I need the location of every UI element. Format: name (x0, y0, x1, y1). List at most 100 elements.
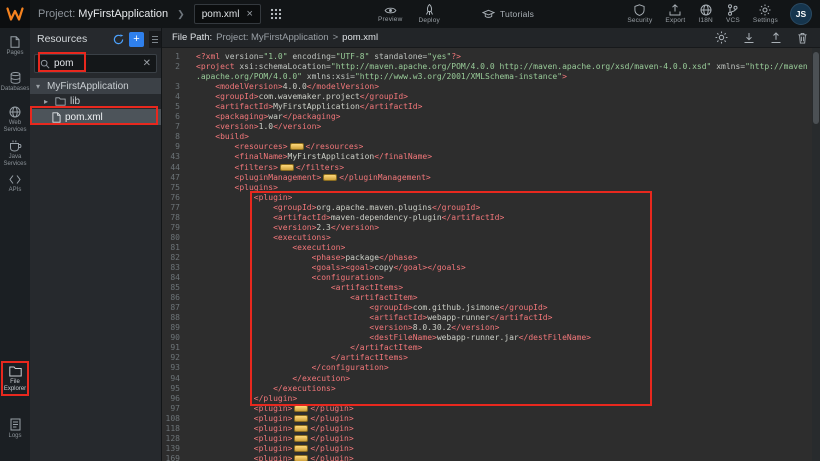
refresh-icon[interactable] (113, 34, 124, 45)
code-line[interactable]: 81 <execution> (162, 243, 820, 253)
code-line[interactable]: .apache.org/POM/4.0.0" xmlns:xsi="http:/… (162, 72, 820, 82)
export-button[interactable]: Export (665, 4, 685, 24)
preview-button[interactable]: Preview (378, 6, 403, 23)
code-line[interactable]: 169 <plugin></plugin> (162, 454, 820, 461)
search-input[interactable] (54, 58, 139, 69)
code-line[interactable]: 47 <pluginManagement></pluginManagement> (162, 173, 820, 183)
scrollbar-thumb[interactable] (813, 52, 819, 124)
code-line[interactable]: 8 <build> (162, 132, 820, 142)
code-line[interactable]: 75 <plugins> (162, 183, 820, 193)
fold-marker-icon[interactable] (323, 174, 337, 181)
code-line[interactable]: 92 </artifactItems> (162, 353, 820, 363)
code-line[interactable]: 108 <plugin></plugin> (162, 414, 820, 424)
code-line[interactable]: 85 <artifactItems> (162, 283, 820, 293)
sidebar-item-pages[interactable]: Pages (0, 36, 30, 57)
tutorials-button[interactable]: Tutorials (482, 9, 534, 19)
code-text: </executions> (196, 384, 336, 394)
code-line[interactable]: 6 <packaging>war</packaging> (162, 112, 820, 122)
code-line[interactable]: 2<project xsi:schemaLocation="http://mav… (162, 62, 820, 72)
code-line[interactable]: 3 <modelVersion>4.0.0</modelVersion> (162, 82, 820, 92)
code-line[interactable]: 7 <version>1.0</version> (162, 122, 820, 132)
tree-item-lib[interactable]: ▸ lib (30, 94, 161, 109)
fold-marker-icon[interactable] (294, 425, 308, 432)
add-resource-button[interactable]: + (129, 32, 144, 47)
code-line[interactable]: 84 <configuration> (162, 273, 820, 283)
chevron-down-icon[interactable]: ▾ (36, 82, 43, 91)
code-line[interactable]: 9 <resources></resources> (162, 142, 820, 152)
security-button[interactable]: Security (627, 4, 652, 24)
code-line[interactable]: 77 <groupId>org.apache.maven.plugins</gr… (162, 203, 820, 213)
tree-item-label: MyFirstApplication (47, 81, 129, 92)
code-line[interactable]: 128 <plugin></plugin> (162, 434, 820, 444)
code-line[interactable]: 93 </configuration> (162, 363, 820, 373)
code-area[interactable]: 1<?xml version="1.0" encoding="UTF-8" st… (162, 48, 820, 461)
fold-marker-icon[interactable] (294, 455, 308, 461)
sidebar-item-logs[interactable]: Logs (0, 418, 30, 440)
breadcrumb-file[interactable]: pom.xml (342, 32, 378, 43)
chevron-right-icon[interactable]: ▸ (44, 97, 51, 106)
code-line[interactable]: 91 </artifactItem> (162, 343, 820, 353)
fold-marker-icon[interactable] (290, 143, 304, 150)
editor-settings-gear-icon[interactable] (715, 31, 728, 44)
code-line[interactable]: 89 <version>8.0.30.2</version> (162, 323, 820, 333)
tree-item-pom-xml[interactable]: pom.xml (30, 109, 161, 125)
code-line[interactable]: 94 </execution> (162, 374, 820, 384)
gear-icon (759, 4, 771, 16)
code-text: <finalName>MyFirstApplication</finalName… (196, 152, 432, 162)
upload-icon[interactable] (770, 32, 782, 44)
code-line[interactable]: 118 <plugin></plugin> (162, 424, 820, 434)
grid-menu-icon[interactable] (267, 5, 285, 23)
fold-marker-icon[interactable] (294, 405, 308, 412)
code-line[interactable]: 139 <plugin></plugin> (162, 444, 820, 454)
i18n-button[interactable]: I18N (698, 4, 713, 24)
code-line[interactable]: 80 <executions> (162, 233, 820, 243)
settings-button[interactable]: Settings (753, 4, 778, 24)
code-line[interactable]: 4 <groupId>com.wavemaker.project</groupI… (162, 92, 820, 102)
code-line[interactable]: 96 </plugin> (162, 394, 820, 404)
resources-search[interactable]: ✕ (34, 54, 157, 73)
coffee-icon (9, 140, 22, 152)
code-line[interactable]: 79 <version>2.3</version> (162, 223, 820, 233)
code-line[interactable]: 82 <phase>package</phase> (162, 253, 820, 263)
editor-scrollbar[interactable] (812, 48, 820, 461)
code-line[interactable]: 88 <artifactId>webapp-runner</artifactId… (162, 313, 820, 323)
fold-marker-icon[interactable] (294, 415, 308, 422)
tree-item-project-root[interactable]: ▾ MyFirstApplication (30, 78, 161, 94)
code-line[interactable]: 44 <filters></filters> (162, 163, 820, 173)
clear-search-icon[interactable]: ✕ (143, 58, 151, 69)
sidebar-item-databases[interactable]: Databases (0, 72, 30, 93)
vcs-button[interactable]: VCS (726, 4, 740, 24)
close-icon[interactable]: × (247, 9, 253, 20)
code-line[interactable]: 43 <finalName>MyFirstApplication</finalN… (162, 152, 820, 162)
code-line[interactable]: 5 <artifactId>MyFirstApplication</artifa… (162, 102, 820, 112)
user-avatar[interactable]: JS (790, 3, 812, 25)
line-number: 88 (162, 313, 188, 323)
code-line[interactable]: 86 <artifactItem> (162, 293, 820, 303)
deploy-button[interactable]: Deploy (419, 4, 440, 24)
code-text: <version>8.0.30.2</version> (196, 323, 499, 333)
line-number: 169 (162, 454, 188, 461)
breadcrumb-project[interactable]: Project: MyFirstApplication (216, 32, 328, 43)
code-line[interactable]: 78 <artifactId>maven-dependency-plugin</… (162, 213, 820, 223)
line-number: 94 (162, 374, 188, 384)
code-line[interactable]: 95 </executions> (162, 384, 820, 394)
collapse-panel-icon[interactable] (149, 31, 161, 48)
line-number: 78 (162, 213, 188, 223)
code-line[interactable]: 1<?xml version="1.0" encoding="UTF-8" st… (162, 52, 820, 62)
download-icon[interactable] (743, 32, 755, 44)
fold-marker-icon[interactable] (294, 445, 308, 452)
code-line[interactable]: 83 <goals><goal>copy</goal></goals> (162, 263, 820, 273)
fold-marker-icon[interactable] (294, 435, 308, 442)
sidebar-item-web-services[interactable]: Web Services (0, 106, 30, 134)
code-line[interactable]: 90 <destFileName>webapp-runner.jar</dest… (162, 333, 820, 343)
sidebar-item-file-explorer[interactable]: File Explorer (0, 366, 30, 393)
code-line[interactable]: 76 <plugin> (162, 193, 820, 203)
sidebar-item-apis[interactable]: APIs (0, 174, 30, 194)
code-line[interactable]: 97 <plugin></plugin> (162, 404, 820, 414)
trash-icon[interactable] (797, 32, 808, 44)
sidebar-item-java-services[interactable]: Java Services (0, 140, 30, 168)
fold-marker-icon[interactable] (280, 164, 294, 171)
tab-pom-xml[interactable]: pom.xml × (194, 4, 261, 24)
wavemaker-logo-icon[interactable] (0, 0, 30, 28)
code-line[interactable]: 87 <groupId>com.github.jsimone</groupId> (162, 303, 820, 313)
